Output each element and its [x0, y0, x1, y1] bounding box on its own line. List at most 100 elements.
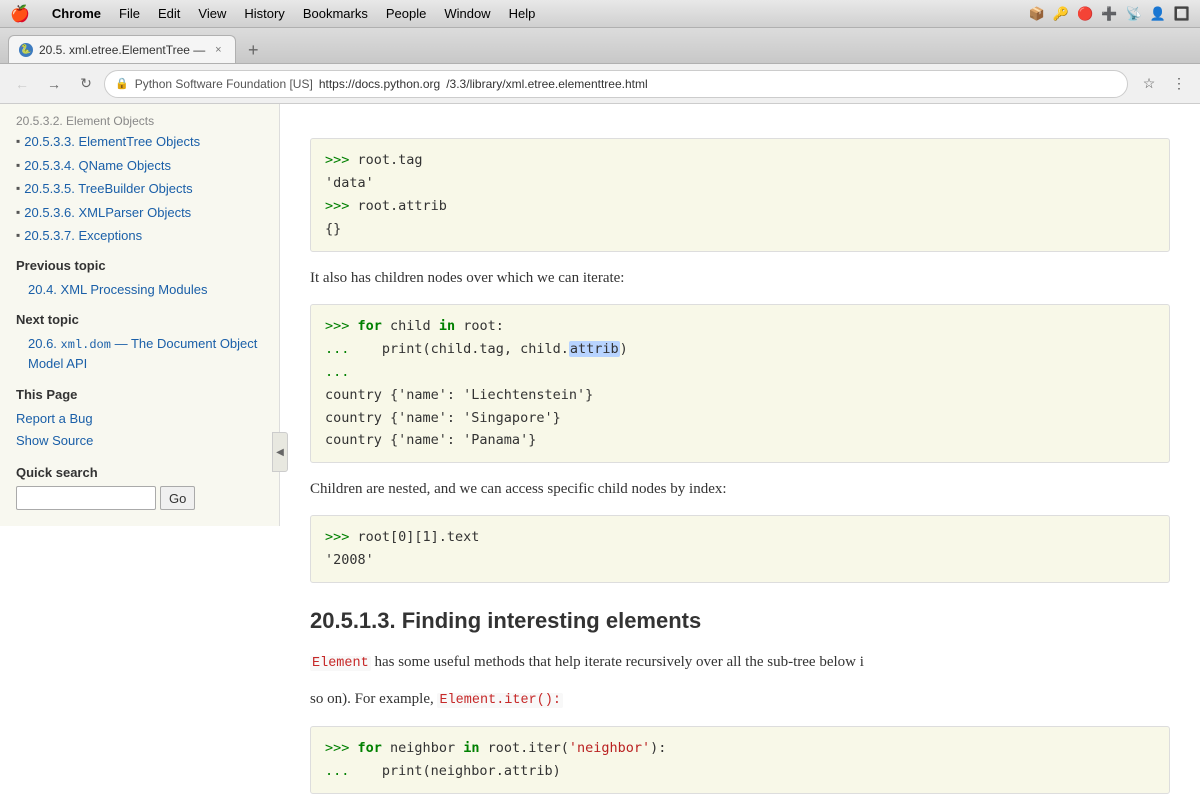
code-print-neighbor: print(neighbor.attrib): [349, 763, 560, 779]
plus-icon: ➕: [1101, 6, 1117, 22]
sidebar-link-0[interactable]: 20.5.3.3. ElementTree Objects: [24, 132, 200, 152]
tab-close-button[interactable]: ×: [211, 43, 225, 57]
menubar-file[interactable]: File: [119, 6, 140, 21]
dropbox-icon: 📦: [1029, 6, 1045, 22]
sidebar-next-topic: Next topic 20.6. xml.dom — The Document …: [16, 312, 263, 375]
sidebar-previous-topic: Previous topic 20.4. XML Processing Modu…: [16, 258, 263, 301]
element-inline-code: Element: [310, 656, 371, 671]
bullet-icon: ▪: [16, 158, 20, 172]
toolbar-right-icons: ☆ ⋮: [1136, 71, 1192, 97]
sidebar-link-1[interactable]: 20.5.3.4. QName Objects: [24, 156, 171, 176]
sidebar-item-3[interactable]: ▪ 20.5.3.6. XMLParser Objects: [16, 203, 263, 223]
menubar-view[interactable]: View: [198, 6, 226, 21]
output-country-1: country {'name': 'Liechtenstein'}: [325, 387, 593, 403]
cast-icon: 📡: [1125, 6, 1141, 22]
profile-icon: 👤: [1150, 6, 1166, 22]
main-content: >>> root.tag 'data' >>> root.attrib {} I…: [280, 104, 1200, 800]
code-block-1: >>> root.tag 'data' >>> root.attrib {}: [310, 138, 1170, 252]
bookmark-star-button[interactable]: ☆: [1136, 71, 1162, 97]
sidebar-item-4[interactable]: ▪ 20.5.3.7. Exceptions: [16, 226, 263, 246]
search-input[interactable]: [16, 486, 156, 510]
site-name: Python Software Foundation [US]: [135, 77, 313, 91]
menubar-window[interactable]: Window: [444, 6, 490, 21]
prompt-5: >>>: [325, 740, 349, 756]
apple-menu[interactable]: 🍎: [10, 4, 30, 24]
code-child: child: [382, 318, 439, 334]
output-1: 'data': [325, 175, 374, 191]
sidebar-collapse-button[interactable]: ◀: [272, 432, 288, 472]
tab-favicon: 🐍: [19, 43, 33, 57]
output-2008: '2008': [325, 552, 374, 568]
next-topic-heading: Next topic: [16, 312, 263, 327]
sidebar-nav-section: 20.5.3.2. Element Objects ▪ 20.5.3.3. El…: [16, 114, 263, 246]
output-2: {}: [325, 221, 341, 237]
menubar-people[interactable]: People: [386, 6, 426, 21]
code-index: root[0][1].text: [349, 529, 479, 545]
url-path: /3.3/library/xml.etree.elementtree.html: [446, 77, 647, 91]
sidebar-this-page: This Page Report a Bug Show Source: [16, 387, 263, 454]
code-print: print(child.tag, child.: [349, 341, 568, 357]
search-go-button[interactable]: Go: [160, 486, 195, 510]
password-icon: 🔑: [1053, 6, 1069, 22]
sidebar-item-0[interactable]: ▪ 20.5.3.3. ElementTree Objects: [16, 132, 263, 152]
code-root: root:: [455, 318, 504, 334]
attrib-highlighted: attrib: [569, 341, 620, 357]
reload-button[interactable]: ↻: [72, 70, 100, 98]
ssl-lock-icon: 🔒: [115, 77, 129, 90]
for-keyword-2: for: [358, 740, 382, 756]
bullet-icon: ▪: [16, 134, 20, 148]
chrome-menu-button[interactable]: ⋮: [1166, 71, 1192, 97]
report-bug-link[interactable]: Report a Bug: [16, 408, 263, 431]
neighbor-string: 'neighbor': [569, 740, 650, 756]
tab-title: 20.5. xml.etree.ElementTree —: [39, 43, 205, 57]
code-iter-close: ):: [650, 740, 666, 756]
sidebar-item-1[interactable]: ▪ 20.5.3.4. QName Objects: [16, 156, 263, 176]
sidebar-link-2[interactable]: 20.5.3.5. TreeBuilder Objects: [24, 179, 192, 199]
code-line-1: root.tag: [349, 152, 422, 168]
menubar-edit[interactable]: Edit: [158, 6, 180, 21]
battery-icon: 🔲: [1174, 6, 1190, 22]
sidebar-link-4[interactable]: 20.5.3.7. Exceptions: [24, 226, 142, 246]
paragraph-3b: so on). For example, Element.iter():: [310, 687, 1170, 712]
output-country-3: country {'name': 'Panama'}: [325, 432, 536, 448]
sidebar-search-section: Quick search Go: [16, 465, 263, 510]
code-block-3: >>> root[0][1].text '2008': [310, 515, 1170, 583]
dots-1: ...: [325, 341, 349, 357]
code-iter: root.iter(: [479, 740, 568, 756]
active-tab[interactable]: 🐍 20.5. xml.etree.ElementTree — ×: [8, 35, 236, 63]
menubar-history[interactable]: History: [244, 6, 284, 21]
menubar-bookmarks[interactable]: Bookmarks: [303, 6, 368, 21]
prompt-2: >>>: [325, 198, 349, 214]
forward-button[interactable]: →: [40, 70, 68, 98]
next-topic-link[interactable]: 20.6. xml.dom — The Document Object Mode…: [16, 333, 263, 375]
tabbar: 🐍 20.5. xml.etree.ElementTree — × +: [0, 28, 1200, 64]
paragraph-2: Children are nested, and we can access s…: [310, 477, 1170, 501]
search-heading: Quick search: [16, 465, 263, 480]
this-page-heading: This Page: [16, 387, 263, 402]
paragraph-3: Element has some useful methods that hel…: [310, 650, 1170, 675]
bullet-icon: ▪: [16, 181, 20, 195]
previous-topic-link[interactable]: 20.4. XML Processing Modules: [16, 279, 263, 301]
show-source-link[interactable]: Show Source: [16, 430, 263, 453]
sidebar: 20.5.3.2. Element Objects ▪ 20.5.3.3. El…: [0, 104, 280, 526]
sidebar-link-3[interactable]: 20.5.3.6. XMLParser Objects: [24, 203, 191, 223]
output-country-2: country {'name': 'Singapore'}: [325, 410, 561, 426]
paragraph-1: It also has children nodes over which we…: [310, 266, 1170, 290]
prompt-4: >>>: [325, 529, 349, 545]
code-block-4: >>> for neighbor in root.iter('neighbor'…: [310, 726, 1170, 794]
back-button[interactable]: ←: [8, 70, 36, 98]
code-paren: ): [620, 341, 628, 357]
dots-2: ...: [325, 364, 349, 380]
address-bar[interactable]: 🔒 Python Software Foundation [US] https:…: [104, 70, 1128, 98]
url-prefix: https://docs.python.org: [319, 77, 440, 91]
menubar-chrome[interactable]: Chrome: [52, 6, 101, 21]
section-heading-finding: 20.5.1.3. Finding interesting elements: [310, 603, 1170, 638]
code-neighbor: neighbor: [382, 740, 463, 756]
sidebar-item-2[interactable]: ▪ 20.5.3.5. TreeBuilder Objects: [16, 179, 263, 199]
menubar-help[interactable]: Help: [509, 6, 536, 21]
menubar: 🍎 Chrome File Edit View History Bookmark…: [0, 0, 1200, 28]
previous-topic-heading: Previous topic: [16, 258, 263, 273]
for-keyword: for: [358, 318, 382, 334]
chrome-toolbar: ← → ↻ 🔒 Python Software Foundation [US] …: [0, 64, 1200, 104]
new-tab-button[interactable]: +: [240, 37, 266, 63]
